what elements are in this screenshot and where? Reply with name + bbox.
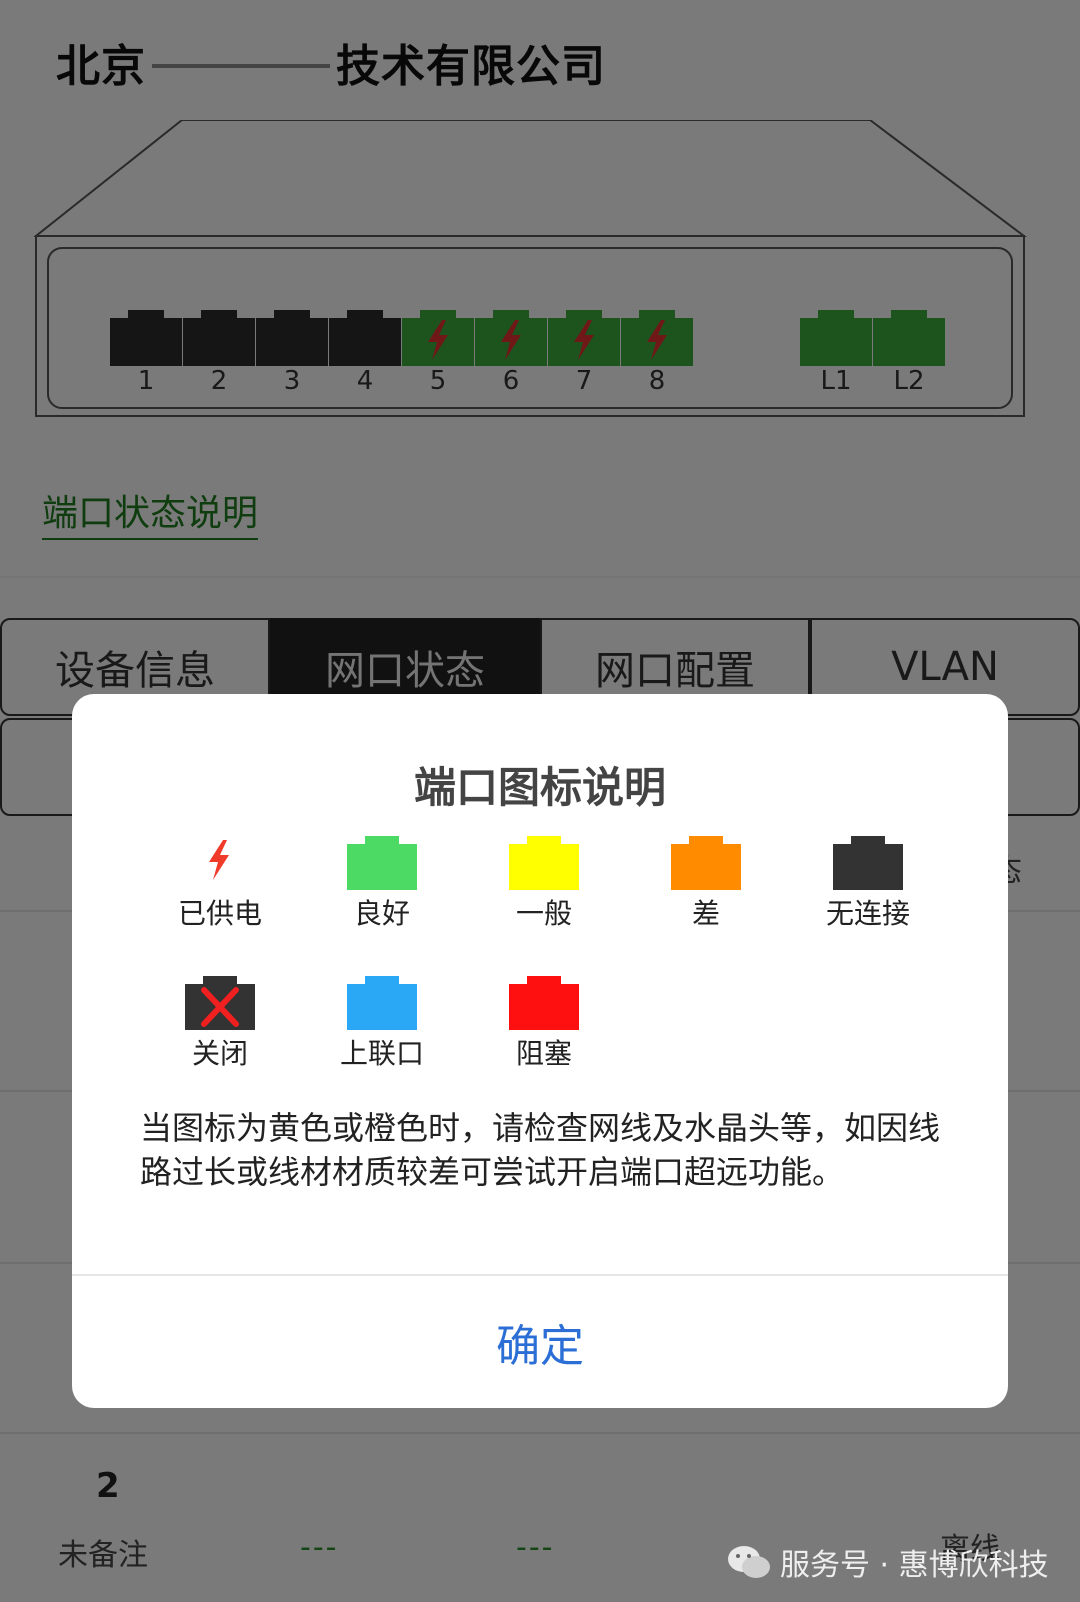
legend-label: 已供电	[177, 897, 262, 930]
port-closed-icon	[185, 976, 255, 1030]
legend-label: 差	[691, 897, 720, 930]
dialog-title: 端口图标说明	[413, 763, 666, 812]
legend-item: 一般	[484, 836, 604, 956]
legend-item: 差	[646, 836, 766, 956]
port-fair-icon	[509, 836, 579, 890]
legend-item: 无连接	[808, 836, 928, 956]
legend-label: 上联口	[339, 1037, 424, 1070]
port-icon-legend-dialog: 端口图标说明 已供电 良好 一般 差 无连接关闭 上联口 阻塞 当图标为黄色或橙色时，请检查…	[72, 694, 1008, 1408]
port-blocked-icon	[509, 976, 579, 1030]
confirm-button[interactable]: 确定	[72, 1276, 1008, 1408]
legend-item: 关闭	[160, 976, 280, 1096]
port-poor-icon	[671, 836, 741, 890]
port-uplink-icon	[347, 976, 417, 1030]
wechat-icon	[728, 1546, 770, 1578]
legend-label: 良好	[353, 897, 410, 930]
legend-item: 阻塞	[484, 976, 604, 1096]
port-disconnected-icon	[833, 836, 903, 890]
power-bolt-icon	[185, 836, 255, 890]
legend-label: 无连接	[825, 897, 910, 930]
legend-item: 上联口	[322, 976, 442, 1096]
legend-item: 良好	[322, 836, 442, 956]
legend-item: 已供电	[160, 836, 280, 956]
port-good-icon	[347, 836, 417, 890]
dialog-description: 当图标为黄色或橙色时，请检查网线及水晶头等，如因线路过长或线材材质较差可尝试开启…	[140, 1109, 941, 1191]
legend-label: 一般	[515, 897, 572, 930]
legend-label: 关闭	[191, 1037, 248, 1070]
watermark-text: 服务号 · 惠博欣科技	[780, 1548, 1049, 1583]
watermark: 服务号 · 惠博欣科技	[726, 1540, 1049, 1584]
legend-label: 阻塞	[515, 1037, 572, 1070]
